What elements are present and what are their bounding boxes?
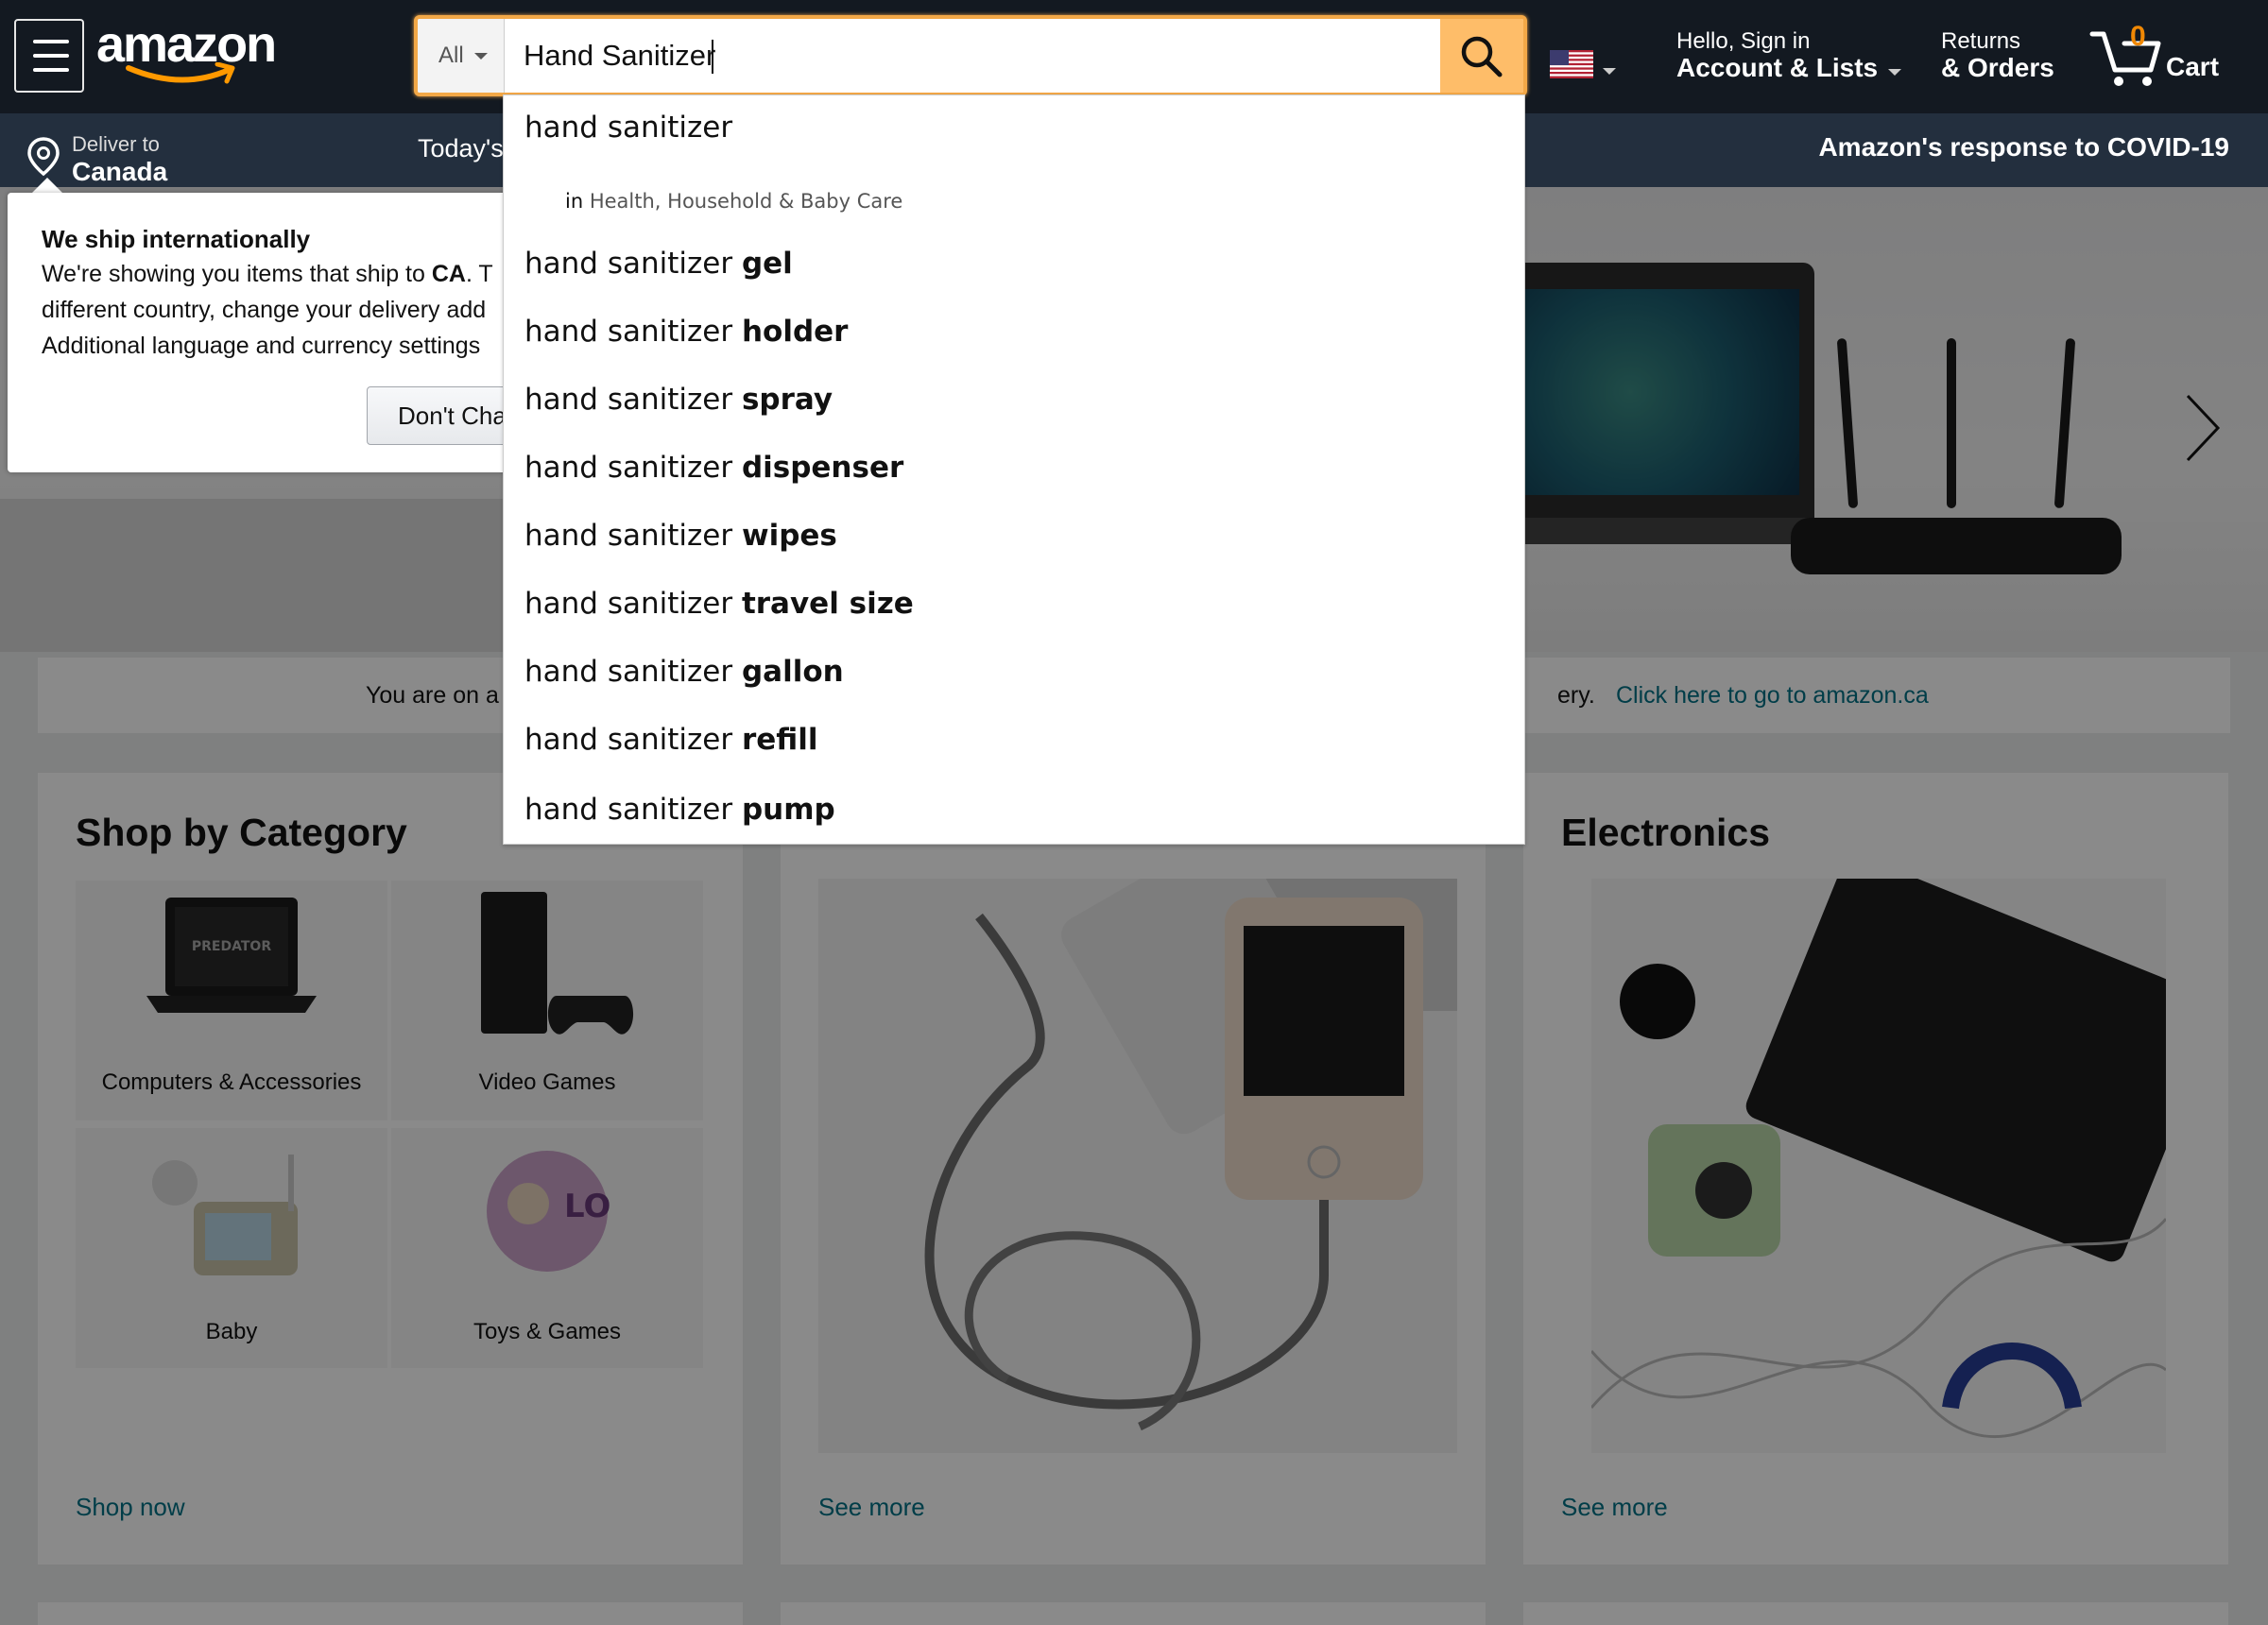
- popover-title: We ship internationally: [42, 225, 311, 253]
- search-category-select[interactable]: All: [418, 19, 505, 93]
- suggestion-completion: pump: [741, 793, 835, 827]
- returns-label: Returns: [1941, 28, 2021, 54]
- popover-line-3: Additional language and currency setting…: [42, 333, 481, 359]
- suggestion-completion: dispenser: [741, 451, 904, 485]
- text-cursor: [712, 40, 713, 74]
- suggestion-item[interactable]: hand sanitizer refill: [524, 723, 818, 757]
- suggestion-prefix: hand sanitizer: [524, 383, 742, 417]
- caret-down-icon: [1888, 69, 1901, 76]
- department-prefix: in: [565, 190, 584, 213]
- suggestion-completion: gel: [741, 247, 793, 281]
- magnifier-icon: [1461, 36, 1503, 77]
- greeting-text: Hello, Sign in: [1676, 28, 1811, 54]
- hamburger-icon: [33, 40, 69, 43]
- suggestion-prefix: hand sanitizer: [524, 315, 742, 349]
- dont-change-button[interactable]: Don't Char: [367, 386, 525, 445]
- cart-icon: [2089, 31, 2161, 86]
- cart-button[interactable]: 0 Cart: [2088, 21, 2240, 96]
- popover-pointer: [32, 178, 62, 193]
- smile-arrow-icon: [126, 62, 235, 84]
- suggestion-completion: wipes: [741, 519, 837, 553]
- popover-line-2: different country, change your delivery …: [42, 297, 487, 323]
- location-pin-icon: [27, 137, 60, 177]
- caret-down-icon: [1603, 68, 1616, 75]
- search-submit-button[interactable]: [1440, 19, 1523, 93]
- us-flag-icon[interactable]: [1550, 50, 1593, 78]
- suggestion-completion: holder: [741, 315, 849, 349]
- suggestion-item[interactable]: hand sanitizer dispenser: [524, 451, 903, 485]
- covid-response-link[interactable]: Amazon's response to COVID-19: [1818, 132, 2229, 162]
- search-category-value: All: [438, 43, 464, 68]
- suggestion-department[interactable]: in Health, Household & Baby Care: [565, 190, 902, 213]
- suggestion-completion: travel size: [741, 587, 914, 621]
- suggestion-completion: spray: [741, 383, 833, 417]
- suggestion-prefix: hand sanitizer: [524, 793, 742, 827]
- search-suggestions-dropdown: hand sanitizer in Health, Household & Ba…: [503, 94, 1525, 845]
- todays-deals-link[interactable]: Today's: [418, 134, 504, 163]
- caret-down-icon: [474, 53, 488, 60]
- suggestion-item[interactable]: hand sanitizer: [524, 111, 732, 145]
- search-bar: All: [414, 15, 1527, 96]
- suggestion-prefix: hand sanitizer: [524, 655, 742, 689]
- suggestion-item[interactable]: hand sanitizer gallon: [524, 655, 844, 689]
- suggestion-prefix: hand sanitizer: [524, 451, 742, 485]
- department-name: Health, Household & Baby Care: [589, 190, 903, 213]
- deliver-to-country: Canada: [72, 157, 168, 186]
- suggestion-item[interactable]: hand sanitizer pump: [524, 793, 835, 827]
- amazon-logo[interactable]: amazon: [96, 15, 285, 85]
- deliver-to-label: Deliver to: [72, 132, 160, 156]
- suggestion-item[interactable]: hand sanitizer travel size: [524, 587, 914, 621]
- suggestion-item[interactable]: hand sanitizer holder: [524, 315, 848, 349]
- hamburger-icon-bar: [33, 54, 69, 58]
- suggestion-completion: gallon: [741, 655, 844, 689]
- popover-line-1: We're showing you items that ship to CA.…: [42, 261, 493, 288]
- suggestion-prefix: hand sanitizer: [524, 723, 742, 757]
- ship-internationally-popover: We ship internationally We're showing yo…: [8, 193, 525, 472]
- search-input[interactable]: [505, 19, 1450, 93]
- popover-country-code: CA: [431, 261, 466, 287]
- cart-label: Cart: [2166, 52, 2220, 81]
- suggestion-prefix: hand sanitizer: [524, 587, 742, 621]
- hamburger-menu-button[interactable]: [14, 19, 84, 93]
- us-flag-graphic: [1550, 50, 1593, 78]
- suggestion-item[interactable]: hand sanitizer gel: [524, 247, 793, 281]
- suggestion-completion: refill: [741, 723, 818, 757]
- suggestion-prefix: hand sanitizer: [524, 247, 742, 281]
- popover-line-1-suffix: . T: [465, 261, 493, 287]
- suggestion-prefix: hand sanitizer: [524, 519, 742, 553]
- returns-orders-link[interactable]: & Orders: [1941, 53, 2054, 83]
- account-lists-link[interactable]: Account & Lists: [1676, 53, 1878, 83]
- cart-count: 0: [2130, 21, 2146, 52]
- popover-line-1-prefix: We're showing you items that ship to: [42, 261, 432, 287]
- suggestion-item[interactable]: hand sanitizer wipes: [524, 519, 837, 553]
- hamburger-icon-bar: [33, 68, 69, 72]
- deliver-to-selector[interactable]: Deliver to Canada: [26, 123, 215, 186]
- suggestion-item[interactable]: hand sanitizer spray: [524, 383, 833, 417]
